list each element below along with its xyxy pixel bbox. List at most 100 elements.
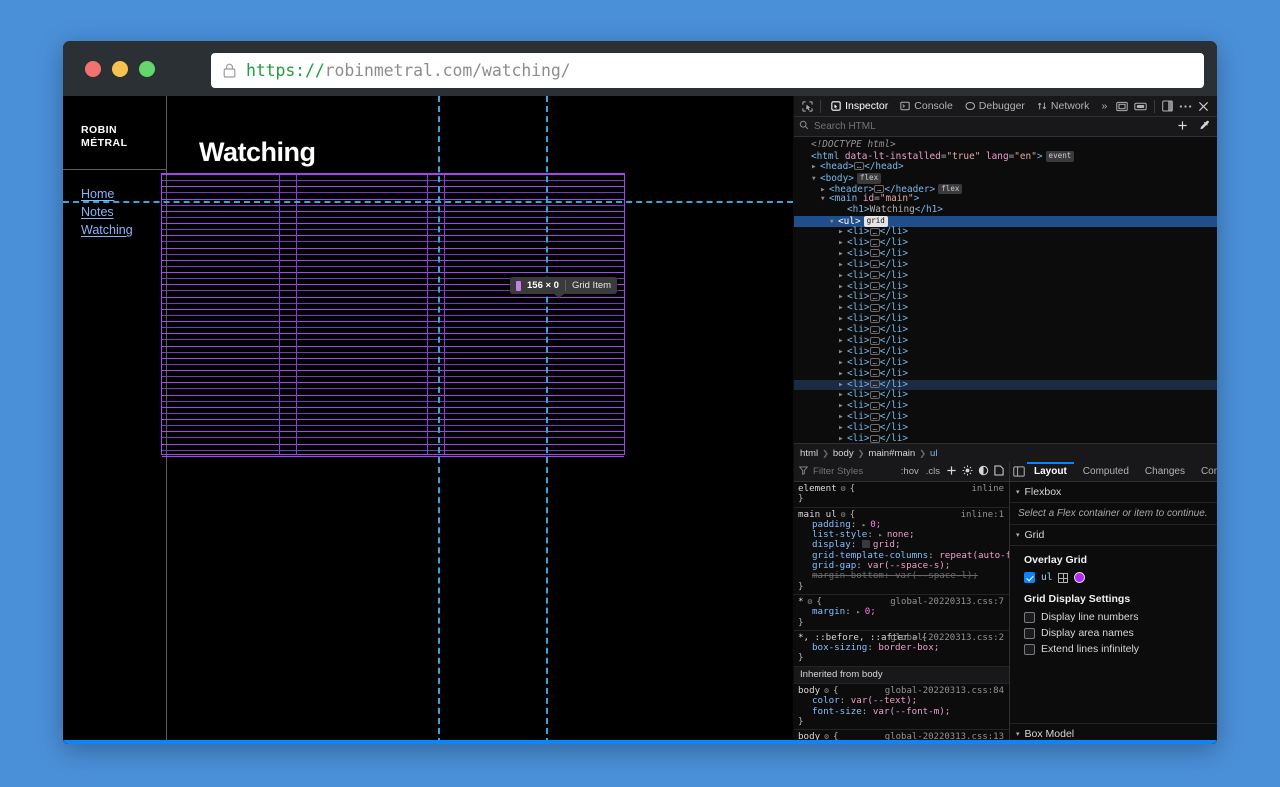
collapsed-children-icon[interactable]: … [869, 380, 880, 389]
add-node-icon[interactable] [1177, 120, 1188, 134]
dom-tree-node[interactable]: <html data-lt-installed="true" lang="en"… [794, 150, 1217, 162]
grid-color-swatch-button[interactable] [1074, 572, 1086, 583]
collapsed-children-icon[interactable]: … [869, 282, 880, 291]
style-rule-source[interactable]: global-20220313.css:2 [890, 633, 1004, 643]
style-rule[interactable]: *, ::before, ::after ⚙{global-20220313.cs… [794, 631, 1009, 667]
styles-rules-list[interactable]: element ⚙{inline} main ul ⚙{inline:1 padding… [794, 482, 1009, 744]
display-area-names-checkbox[interactable] [1024, 627, 1035, 639]
collapsed-children-icon[interactable]: … [869, 434, 880, 443]
collapsed-children-icon[interactable]: … [869, 249, 880, 258]
extend-lines-infinitely-checkbox[interactable] [1024, 643, 1035, 655]
close-devtools-icon[interactable] [1195, 97, 1213, 115]
twisty-toggle-icon[interactable] [811, 162, 820, 173]
dom-tree[interactable]: <!DOCTYPE html> <html data-lt-installed="… [794, 137, 1217, 443]
style-rule[interactable]: body ⚙{global-20220313.css:84 color: var(-… [794, 684, 1009, 731]
expand-shorthand-icon[interactable]: ▸ [862, 521, 870, 529]
responsive-design-mode-icon[interactable] [1113, 97, 1131, 115]
grid-section-header[interactable]: ▾ Grid [1010, 525, 1217, 546]
style-rule-source[interactable]: global-20220313.css:7 [890, 597, 1004, 607]
dom-tree-node[interactable]: <head>…</head> [794, 161, 1217, 173]
three-pane-toggle-icon[interactable] [1013, 463, 1025, 481]
style-rule[interactable]: * ⚙{global-20220313.css:7 margin: ▸ 0;} [794, 595, 1009, 631]
screenshot-icon[interactable] [1131, 97, 1149, 115]
collapsed-children-icon[interactable]: … [869, 390, 880, 399]
flexbox-section-header[interactable]: ▾ Flexbox [1010, 482, 1217, 503]
collapsed-children-icon[interactable]: … [869, 401, 880, 410]
collapsed-children-icon[interactable]: … [869, 303, 880, 312]
declaration-property[interactable]: font-size [812, 706, 862, 717]
collapsed-children-icon[interactable]: … [869, 292, 880, 301]
twisty-toggle-icon[interactable] [838, 271, 847, 282]
display-line-numbers-checkbox[interactable] [1024, 611, 1035, 623]
eyedropper-icon[interactable] [1199, 120, 1210, 134]
nav-link-watching[interactable]: Watching [81, 223, 133, 237]
style-rule-source[interactable]: inline:1 [961, 510, 1004, 520]
collapsed-children-icon[interactable]: … [869, 347, 880, 356]
style-rule-source[interactable]: inline [971, 484, 1004, 494]
breadcrumb-item[interactable]: main#main [868, 448, 915, 459]
tab-layout[interactable]: Layout [1027, 462, 1074, 481]
expand-shorthand-icon[interactable]: ▸ [856, 608, 864, 616]
collapsed-children-icon[interactable]: … [869, 412, 880, 421]
collapsed-children-icon[interactable]: … [869, 325, 880, 334]
setting-extend-lines-infinitely[interactable]: Extend lines infinitely [1010, 641, 1217, 657]
gear-icon[interactable]: ⚙ [841, 484, 846, 494]
declaration-value[interactable]: 0; [865, 606, 876, 617]
nav-link-notes[interactable]: Notes [81, 205, 133, 219]
style-rule[interactable]: element ⚙{inline} [794, 482, 1009, 508]
dom-tree-node[interactable]: <!DOCTYPE html> [794, 139, 1217, 151]
grid-outline-toggle-icon[interactable] [1058, 572, 1069, 583]
filter-styles-input[interactable]: Filter Styles [813, 466, 895, 477]
expand-shorthand-icon[interactable]: ▸ [878, 531, 886, 539]
tab-console[interactable]: Console [894, 96, 959, 116]
dom-badge-flex[interactable]: flex [938, 183, 963, 195]
dom-badge-flex[interactable]: flex [856, 172, 882, 184]
twisty-toggle-icon[interactable] [838, 369, 847, 380]
element-picker-icon[interactable] [798, 97, 816, 115]
hov-button[interactable]: :hov [900, 466, 920, 477]
sun-icon[interactable] [962, 465, 973, 479]
maximize-window-button[interactable] [139, 60, 155, 77]
declaration-property[interactable]: box-sizing [812, 642, 867, 653]
setting-display-line-numbers[interactable]: Display line numbers [1010, 609, 1217, 625]
twisty-toggle-icon[interactable] [811, 174, 820, 185]
tab-changes[interactable]: Changes [1138, 462, 1192, 481]
declaration-value[interactable]: var(--font-m); [873, 706, 950, 717]
declaration-value[interactable]: var(--space-l); [895, 570, 978, 581]
breadcrumb[interactable]: html ❯ body ❯ main#main ❯ ul [794, 443, 1217, 462]
collapsed-children-icon[interactable]: … [869, 336, 880, 345]
collapsed-children-icon[interactable]: … [869, 358, 880, 367]
moon-icon[interactable] [978, 465, 989, 479]
collapsed-children-icon[interactable]: … [869, 369, 880, 378]
tab-computed[interactable]: Computed [1076, 462, 1136, 481]
html-search-bar[interactable]: Search HTML [794, 117, 1217, 137]
tab-network[interactable]: Network [1031, 96, 1096, 116]
cls-button[interactable]: .cls [925, 466, 941, 477]
twisty-toggle-icon[interactable] [829, 217, 838, 228]
collapsed-children-icon[interactable]: … [869, 423, 880, 432]
breadcrumb-item[interactable]: html [800, 448, 818, 459]
style-declaration[interactable]: margin: ▸ 0; [798, 607, 1009, 617]
style-rule-source[interactable]: global-20220313.css:84 [885, 686, 1004, 696]
minimize-window-button[interactable] [112, 60, 128, 77]
style-rule[interactable]: main ul ⚙{inline:1 padding: ▸ 0; list-style… [794, 508, 1009, 595]
style-declaration[interactable]: box-sizing: border-box; [798, 643, 1009, 653]
breadcrumb-item[interactable]: ul [930, 448, 937, 459]
tabs-overflow-button[interactable]: » [1095, 96, 1113, 116]
collapsed-children-icon[interactable]: … [869, 271, 880, 280]
collapsed-children-icon[interactable]: … [869, 314, 880, 323]
tab-compatibility[interactable]: Compa [1194, 462, 1217, 481]
setting-display-area-names[interactable]: Display area names [1010, 625, 1217, 641]
style-declaration[interactable]: font-size: var(--font-m); [798, 706, 1009, 717]
close-window-button[interactable] [85, 60, 101, 77]
declaration-value[interactable]: border-box; [878, 642, 939, 653]
style-declaration[interactable]: margin-bottom: var(--space-l); [798, 571, 1009, 581]
declaration-property[interactable]: margin-bottom [812, 570, 884, 581]
dom-tree-node[interactable]: <body>flex [794, 172, 1217, 185]
address-bar[interactable]: https://robinmetral.com/watching/ [211, 53, 1204, 88]
dock-position-icon[interactable] [1159, 97, 1177, 115]
style-rule-selector[interactable]: * [798, 596, 804, 607]
page-icon[interactable] [994, 464, 1004, 479]
collapsed-children-icon[interactable]: … [869, 238, 880, 247]
declaration-property[interactable]: margin [812, 606, 845, 617]
